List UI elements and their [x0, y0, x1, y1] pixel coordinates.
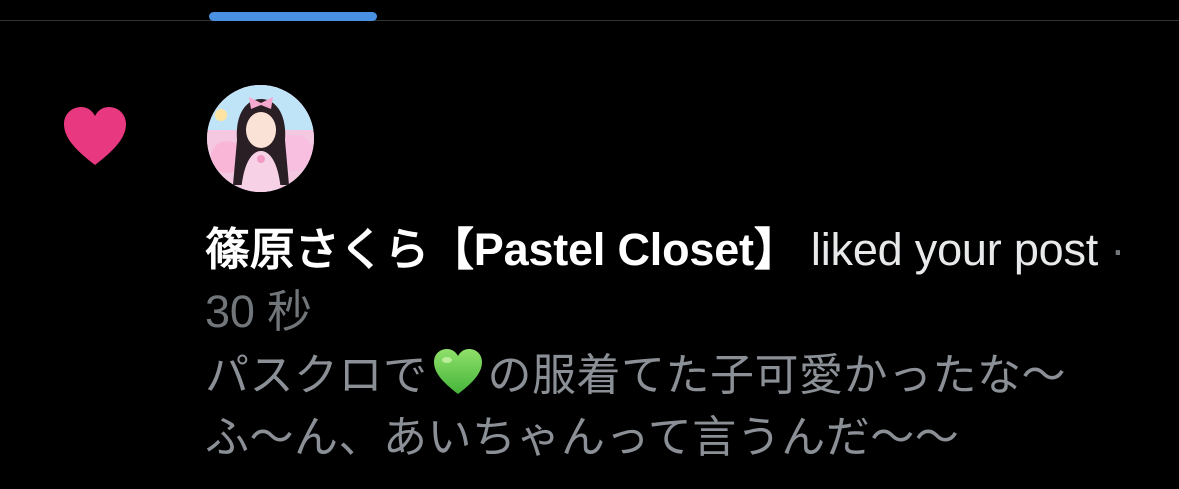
username-link[interactable]: 篠原さくら【Pastel Closet】: [205, 224, 799, 275]
active-tab-indicator: [209, 12, 377, 21]
separator-dot: ·: [1098, 224, 1126, 275]
heart-icon: [62, 107, 128, 167]
green-heart-emoji: [432, 348, 484, 396]
preview-text-start: パスクロで: [205, 351, 428, 400]
like-notification[interactable]: 篠原さくら【Pastel Closet】 liked your post · 3…: [0, 21, 1179, 489]
notification-headline: 篠原さくら【Pastel Closet】 liked your post · 3…: [205, 219, 1145, 343]
user-avatar[interactable]: [207, 85, 314, 192]
notification-text: 篠原さくら【Pastel Closet】 liked your post · 3…: [205, 219, 1145, 469]
action-text: liked your post: [798, 224, 1099, 275]
timestamp: 30 秒: [205, 286, 312, 337]
post-preview[interactable]: パスクロで の服着てた子可愛かったな〜ふ〜ん、あいちゃんって言うんだ〜〜: [205, 345, 1145, 469]
